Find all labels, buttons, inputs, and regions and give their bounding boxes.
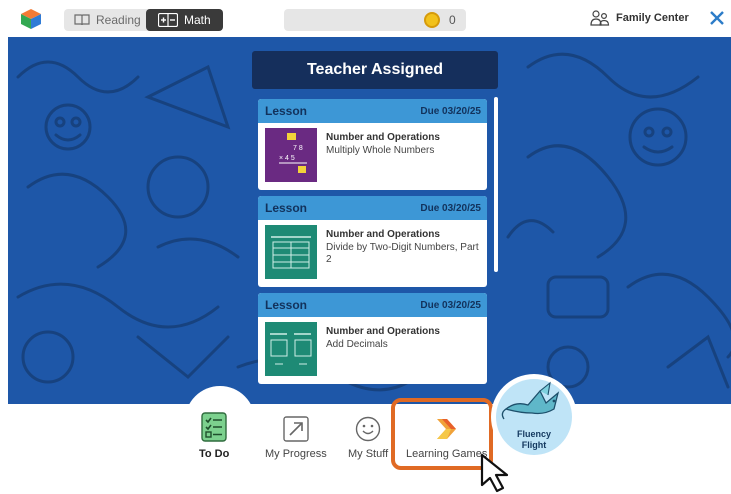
close-icon[interactable]	[707, 8, 727, 28]
math-tab[interactable]: Math	[146, 9, 223, 31]
dragon-icon	[501, 381, 560, 420]
assignment-card[interactable]: Lesson Due 03/20/25 Number and Operation…	[258, 196, 487, 287]
coin-icon	[424, 12, 440, 28]
nav-my-stuff-label: My Stuff	[348, 448, 389, 460]
assignment-list: Lesson Due 03/20/25 7 8 × 4 5 Number and…	[258, 99, 488, 399]
card-due-date: Due 03/20/25	[420, 105, 481, 117]
card-type: Lesson	[265, 298, 308, 312]
svg-text:× 4 5: × 4 5	[279, 155, 295, 162]
fluency-flight-badge: Fluency Flight	[496, 379, 572, 455]
nav-my-progress-label: My Progress	[265, 448, 327, 460]
family-center-label: Family Center	[616, 12, 689, 24]
coin-count: 0	[449, 13, 456, 27]
card-category: Number and Operations	[326, 132, 440, 143]
card-due-date: Due 03/20/25	[420, 299, 481, 311]
list-scrollbar[interactable]	[494, 97, 498, 272]
smiley-icon	[355, 416, 381, 442]
family-icon	[590, 10, 610, 26]
assignment-card[interactable]: Lesson Due 03/20/25 7 8 × 4 5 Number and…	[258, 99, 487, 190]
progress-arrow-icon	[283, 416, 309, 442]
nav-my-progress[interactable]: My Progress	[265, 416, 327, 460]
card-title: Multiply Whole Numbers	[326, 145, 435, 156]
top-bar: Reading Math 0 Family Center	[0, 0, 731, 37]
reading-tab[interactable]: Reading	[64, 9, 146, 31]
subject-toggle: Reading Math	[64, 9, 223, 31]
family-center-button[interactable]: Family Center	[590, 10, 689, 26]
card-category: Number and Operations	[326, 326, 440, 337]
nav-my-stuff[interactable]: My Stuff	[348, 416, 388, 460]
card-due-date: Due 03/20/25	[420, 202, 481, 214]
mouse-cursor-icon	[480, 453, 509, 493]
fluency-flight-button[interactable]: Fluency Flight	[491, 374, 577, 460]
fluency-flight-label: Fluency Flight	[496, 429, 572, 451]
reading-label: Reading	[96, 13, 141, 27]
book-icon	[74, 14, 90, 26]
svg-text:7 8: 7 8	[293, 145, 303, 152]
app-logo-icon[interactable]	[20, 8, 42, 30]
card-title: Add Decimals	[326, 339, 388, 350]
math-label: Math	[184, 13, 211, 27]
fluency-label-line1: Fluency	[516, 429, 551, 439]
nav-todo[interactable]: To Do	[199, 412, 229, 460]
card-title: Divide by Two-Digit Numbers, Part 2	[326, 242, 479, 265]
plus-minus-icon	[158, 13, 178, 27]
checklist-icon	[201, 412, 227, 442]
card-header: Lesson Due 03/20/25	[258, 196, 487, 220]
assignment-stage: Teacher Assigned Lesson Due 03/20/25 7 8…	[8, 37, 731, 404]
card-header: Lesson Due 03/20/25	[258, 293, 487, 317]
coin-counter: 0	[284, 9, 466, 31]
card-type: Lesson	[265, 201, 308, 215]
decimals-thumbnail-icon	[265, 322, 317, 376]
fluency-label-line2: Flight	[521, 440, 547, 450]
card-category: Number and Operations	[326, 229, 440, 240]
panel-title: Teacher Assigned	[252, 51, 498, 89]
assignment-card[interactable]: Lesson Due 03/20/25 Number and Operation…	[258, 293, 487, 384]
multiply-thumbnail-icon: 7 8 × 4 5	[265, 128, 317, 182]
card-type: Lesson	[265, 104, 308, 118]
card-header: Lesson Due 03/20/25	[258, 99, 487, 123]
divide-thumbnail-icon	[265, 225, 317, 279]
nav-todo-label: To Do	[199, 448, 230, 460]
